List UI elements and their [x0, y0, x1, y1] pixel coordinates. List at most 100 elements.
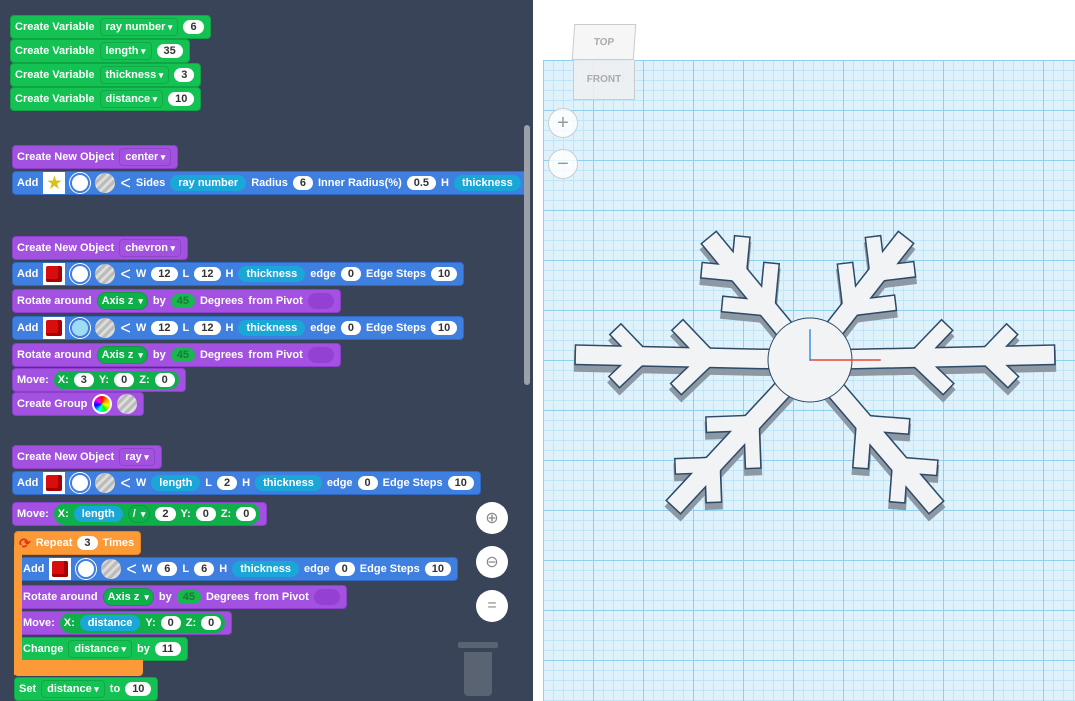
number-input[interactable]: 0 — [340, 267, 362, 281]
code-block[interactable]: Add < W 6 L 6 Hthickness edge 0 Edge Steps 10 — [18, 557, 458, 581]
code-block[interactable]: Add < W 12 L 12 Hthickness edge 0 Edge Steps 10 — [12, 262, 465, 286]
hole-icon[interactable] — [95, 173, 116, 193]
solid-color-icon[interactable] — [70, 318, 91, 338]
hole-icon[interactable] — [95, 318, 116, 338]
pivot-slot[interactable] — [307, 293, 334, 309]
variable-reporter[interactable]: thickness — [238, 266, 306, 282]
shape-thumbnail[interactable]: ★ — [43, 172, 66, 194]
snowflake-model[interactable] — [533, 0, 1075, 701]
code-block[interactable]: Rotate around Axis z by 45 Degrees from Pivot — [12, 289, 341, 313]
number-input[interactable]: 10 — [168, 92, 195, 106]
hole-icon[interactable] — [95, 473, 116, 493]
trash-icon[interactable] — [458, 642, 498, 697]
number-input[interactable]: 0 — [160, 616, 181, 630]
hole-icon[interactable] — [101, 559, 122, 579]
number-input[interactable]: 11 — [154, 642, 181, 656]
variable-reporter[interactable]: thickness — [238, 320, 306, 336]
shape-thumbnail[interactable] — [43, 472, 66, 494]
number-input[interactable]: 3 — [174, 68, 195, 82]
number-input[interactable]: 6 — [157, 562, 178, 576]
angle-input[interactable]: 45 — [170, 348, 195, 362]
number-input[interactable]: 12 — [151, 267, 178, 281]
number-input[interactable]: 35 — [156, 44, 183, 58]
dropdown[interactable]: Axis z — [102, 588, 154, 606]
solid-color-icon[interactable] — [70, 264, 91, 284]
hole-icon[interactable] — [117, 394, 138, 414]
zoom-in-button[interactable]: ⊕ — [476, 502, 508, 534]
number-input[interactable]: 3 — [77, 536, 98, 550]
collapse-chevron-icon[interactable]: < — [120, 173, 131, 194]
zoom-out-button[interactable]: ⊖ — [476, 546, 508, 578]
number-input[interactable]: 2 — [217, 476, 238, 490]
number-input[interactable]: 0 — [340, 321, 362, 335]
zoom-fit-button[interactable]: = — [476, 590, 508, 622]
number-input[interactable]: 12 — [151, 321, 178, 335]
variable-reporter[interactable]: length — [73, 506, 123, 522]
angle-input[interactable]: 45 — [176, 590, 201, 604]
number-input[interactable]: 10 — [447, 476, 474, 490]
number-input[interactable]: 0 — [334, 562, 355, 576]
code-block[interactable]: Add < Wlength L 2 Hthickness edge 0 Edge Steps 10 — [12, 471, 481, 495]
code-block[interactable]: Create New Object chevron — [12, 236, 189, 260]
variable-reporter[interactable]: thickness — [255, 475, 322, 491]
dropdown[interactable]: / — [127, 505, 151, 523]
number-input[interactable]: 10 — [430, 321, 458, 335]
code-block[interactable]: Rotate around Axis z by 45 Degrees from Pivot — [12, 343, 341, 367]
number-input[interactable]: 3 — [73, 373, 94, 387]
variable-dropdown[interactable]: chevron — [119, 239, 182, 257]
number-input[interactable]: 12 — [194, 267, 221, 281]
code-workspace[interactable]: Set distance to 10 Change distance by 11 Move: X:… — [0, 0, 533, 701]
code-block[interactable]: Create Variable thickness 3 — [10, 63, 202, 87]
pivot-slot[interactable] — [313, 589, 340, 605]
solid-color-icon[interactable] — [70, 173, 91, 193]
number-input[interactable]: 2 — [155, 507, 176, 521]
code-block[interactable]: Create Variable ray number 6 — [10, 15, 211, 39]
3d-viewport[interactable]: TOP FRONT + − — [533, 0, 1075, 701]
variable-reporter[interactable]: distance — [79, 615, 141, 631]
shape-thumbnail[interactable] — [43, 263, 66, 285]
variable-dropdown[interactable]: ray — [119, 448, 155, 466]
number-input[interactable]: 0 — [236, 507, 257, 521]
collapse-chevron-icon[interactable]: < — [120, 264, 131, 285]
code-block[interactable]: Move: X: length/ 2 Y: 0 Z: 0 — [12, 502, 268, 526]
number-input[interactable]: 0 — [201, 616, 222, 630]
pivot-slot[interactable] — [307, 347, 334, 363]
number-input[interactable]: 0.5 — [406, 176, 437, 190]
code-block[interactable]: Rotate around Axis z by 45 Degrees from Pivot — [18, 585, 347, 609]
collapse-chevron-icon[interactable]: < — [120, 473, 131, 494]
variable-reporter[interactable]: thickness — [232, 561, 299, 577]
solid-color-icon[interactable] — [76, 559, 97, 579]
variable-reporter[interactable]: thickness — [453, 175, 521, 191]
code-block[interactable]: Move: X: distance Y: 0 Z: 0 — [18, 611, 233, 635]
variable-dropdown[interactable]: ray number — [99, 18, 179, 36]
number-input[interactable]: 0 — [195, 507, 216, 521]
number-input[interactable]: 6 — [194, 562, 215, 576]
variable-dropdown[interactable]: length — [99, 42, 152, 60]
dropdown[interactable]: Axis z — [96, 292, 148, 310]
code-block[interactable]: Create Variable distance 10 — [10, 87, 202, 111]
variable-dropdown[interactable]: thickness — [99, 66, 170, 84]
number-input[interactable]: 12 — [194, 321, 221, 335]
number-input[interactable]: 10 — [424, 562, 451, 576]
workspace-scrollbar[interactable] — [524, 125, 530, 385]
number-input[interactable]: 0 — [357, 476, 378, 490]
number-input[interactable]: 6 — [183, 20, 204, 34]
collapse-chevron-icon[interactable]: < — [120, 318, 131, 339]
variable-reporter[interactable]: ray number — [170, 175, 247, 191]
solid-color-icon[interactable] — [70, 473, 91, 493]
number-input[interactable]: 10 — [430, 267, 458, 281]
shape-thumbnail[interactable] — [49, 558, 72, 580]
code-block[interactable]: Create New Object center — [12, 145, 179, 169]
variable-dropdown[interactable]: distance — [99, 90, 164, 108]
number-input[interactable]: 10 — [125, 682, 152, 696]
variable-dropdown[interactable]: distance — [41, 680, 105, 698]
code-block[interactable]: Create Group — [12, 392, 145, 416]
shape-thumbnail[interactable] — [43, 317, 66, 339]
hole-icon[interactable] — [95, 264, 116, 284]
code-block[interactable]: Add ★ < Sides ray number Radius 6 Inner Radius(… — [12, 171, 528, 195]
number-input[interactable]: 0 — [154, 373, 175, 387]
variable-dropdown[interactable]: distance — [68, 640, 133, 658]
code-block[interactable]: Set distance to 10 — [14, 677, 159, 701]
code-block[interactable]: Change distance by 11 — [18, 637, 188, 661]
variable-dropdown[interactable]: center — [119, 148, 172, 166]
